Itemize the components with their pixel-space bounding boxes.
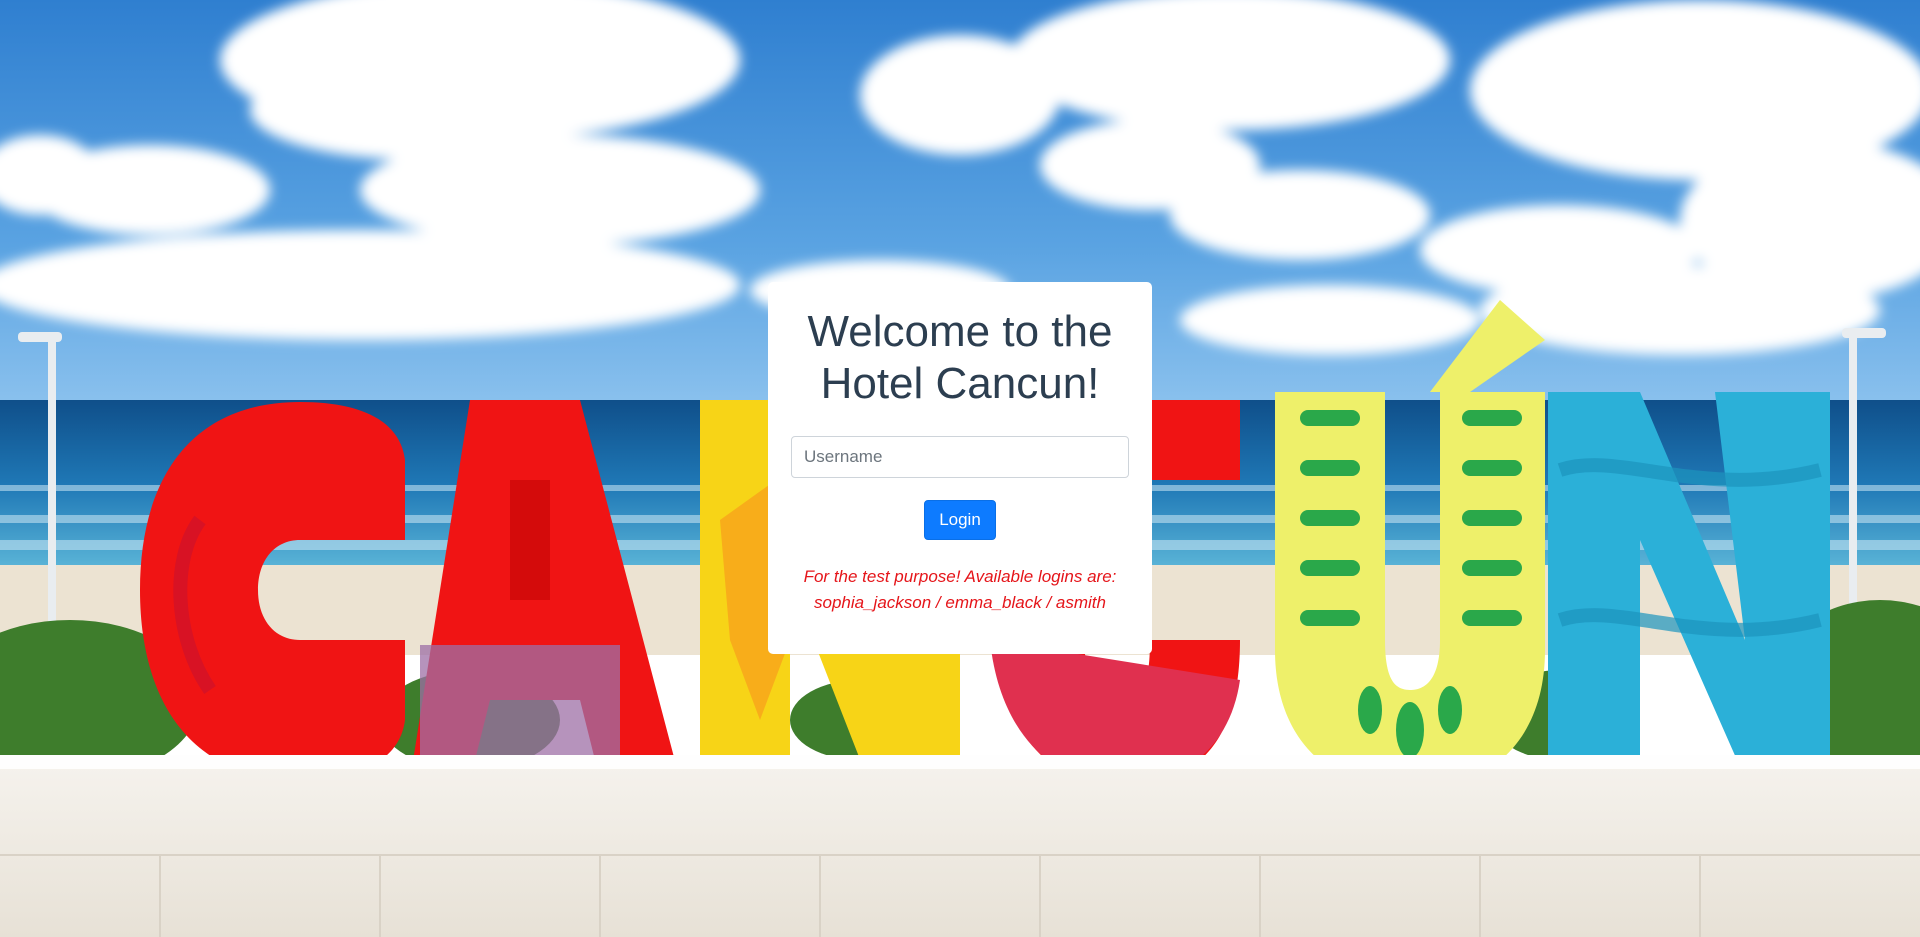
test-logins-note: For the test purpose! Available logins a…: [791, 564, 1129, 616]
test-note-line-1: For the test purpose! Available logins a…: [803, 567, 1117, 586]
page-title: Welcome to the Hotel Cancun!: [791, 306, 1129, 410]
username-input[interactable]: [791, 436, 1129, 478]
login-button[interactable]: Login: [924, 500, 996, 540]
login-card: Welcome to the Hotel Cancun! Login For t…: [768, 282, 1152, 654]
title-line-2: Hotel Cancun!: [820, 359, 1100, 408]
title-line-1: Welcome to the: [807, 307, 1113, 356]
test-note-line-2: sophia_jackson / emma_black / asmith: [814, 593, 1106, 612]
wall: [0, 755, 1920, 937]
